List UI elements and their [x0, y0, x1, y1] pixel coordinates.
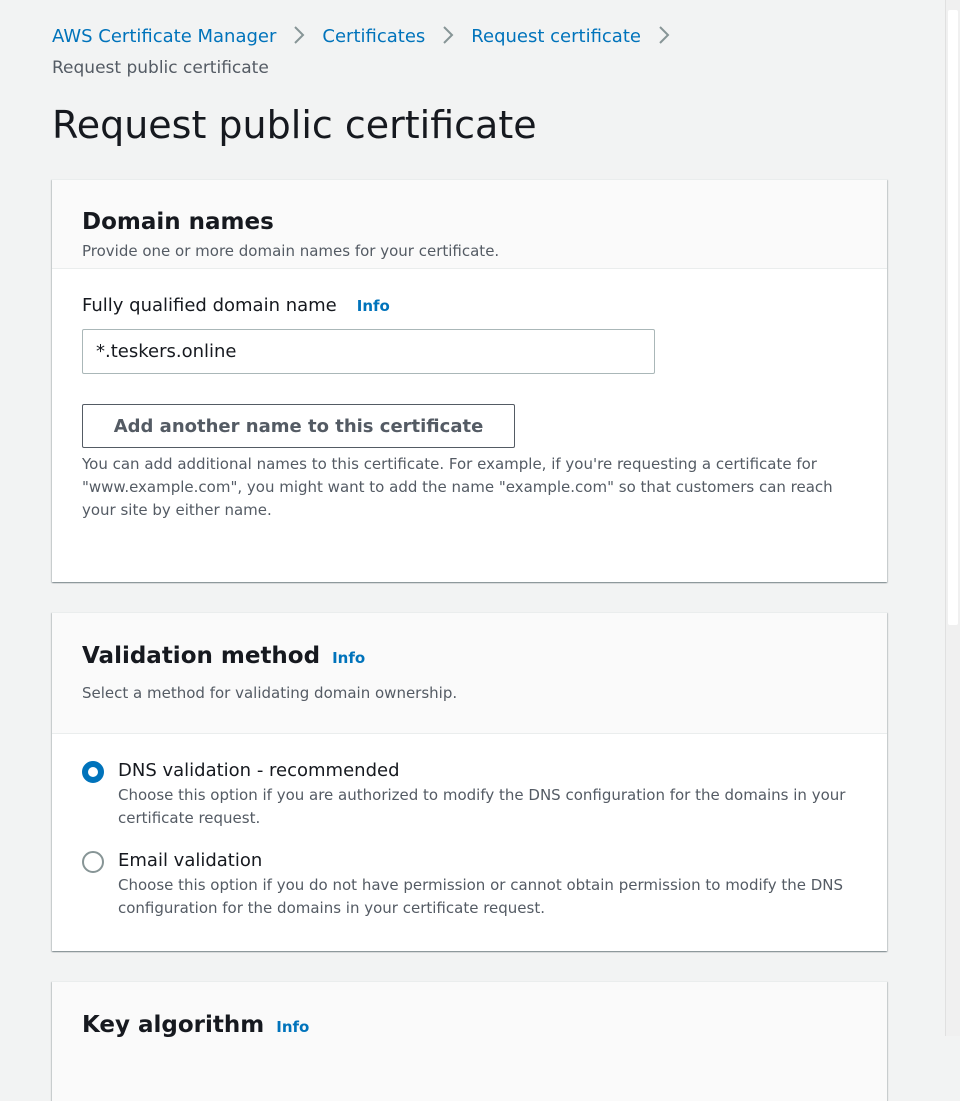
- breadcrumb-link-certificates[interactable]: Certificates: [322, 26, 425, 47]
- email-validation-description: Choose this option if you do not have pe…: [118, 876, 844, 917]
- dns-validation-description: Choose this option if you are authorized…: [118, 786, 846, 827]
- email-validation-radio[interactable]: [82, 851, 104, 873]
- validation-method-body: DNS validation - recommended Choose this…: [52, 734, 887, 920]
- key-algorithm-header: Key algorithm Info: [52, 982, 887, 1101]
- key-algorithm-info-link[interactable]: Info: [276, 1018, 309, 1036]
- domain-names-title: Domain names: [82, 209, 274, 235]
- domain-names-panel: Domain names Provide one or more domain …: [52, 179, 887, 582]
- domain-names-header: Domain names Provide one or more domain …: [52, 180, 887, 269]
- validation-method-header: Validation method Info Select a method fo…: [52, 613, 887, 734]
- fqdn-info-link[interactable]: Info: [357, 297, 390, 315]
- chevron-right-icon: [442, 25, 454, 52]
- add-another-name-button[interactable]: Add another name to this certificate: [82, 404, 515, 448]
- validation-method-title: Validation method: [82, 643, 321, 669]
- dns-validation-option[interactable]: DNS validation - recommended Choose this…: [82, 758, 857, 830]
- chevron-right-icon: [293, 25, 305, 52]
- breadcrumb-current: Request public certificate: [52, 58, 269, 78]
- validation-method-title-row: Validation method Info: [82, 641, 857, 671]
- key-algorithm-title: Key algorithm: [82, 1012, 265, 1038]
- chevron-right-icon: [658, 25, 670, 52]
- breadcrumb-link-certificate-manager[interactable]: AWS Certificate Manager: [52, 26, 276, 47]
- add-name-help-text: You can add additional names to this cer…: [82, 455, 833, 519]
- page-content: AWS Certificate Manager Certificates Reque…: [52, 0, 887, 1101]
- email-validation-label[interactable]: Email validation: [118, 848, 857, 874]
- domain-names-description: Provide one or more domain names for you…: [82, 242, 500, 260]
- breadcrumb-link-request-certificate[interactable]: Request certificate: [471, 26, 641, 47]
- validation-method-description: Select a method for validating domain ow…: [82, 684, 458, 702]
- key-algorithm-panel: Key algorithm Info: [52, 981, 887, 1101]
- vertical-scrollbar[interactable]: [945, 0, 960, 1036]
- breadcrumb: AWS Certificate Manager Certificates Reque…: [52, 25, 752, 79]
- scrollbar-thumb[interactable]: [948, 10, 958, 625]
- domain-names-body: Fully qualified domain name Info Add anot…: [52, 269, 887, 522]
- dns-validation-label[interactable]: DNS validation - recommended: [118, 758, 857, 784]
- page-title: Request public certificate: [52, 103, 537, 147]
- email-validation-option[interactable]: Email validation Choose this option if y…: [82, 848, 857, 920]
- fqdn-input[interactable]: [82, 329, 655, 374]
- validation-method-panel: Validation method Info Select a method fo…: [52, 612, 887, 951]
- validation-method-info-link[interactable]: Info: [332, 649, 365, 667]
- fqdn-label-row: Fully qualified domain name Info: [82, 294, 857, 318]
- fqdn-label: Fully qualified domain name: [82, 295, 337, 316]
- dns-validation-radio[interactable]: [82, 761, 104, 783]
